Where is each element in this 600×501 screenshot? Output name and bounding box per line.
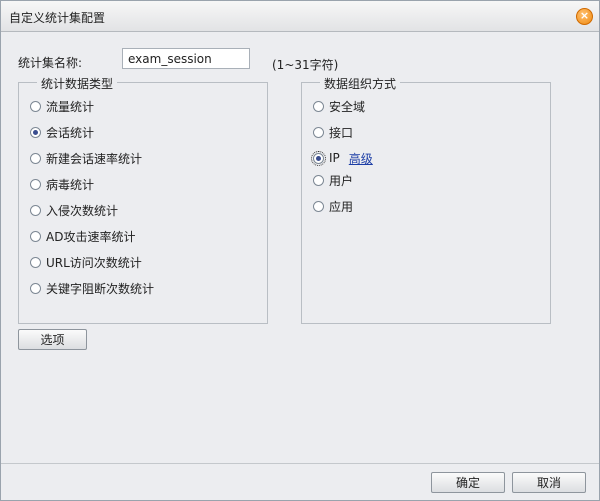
radio-label: 关键字阻断次数统计 <box>46 281 155 296</box>
radio-security-zone[interactable]: 安全域 <box>313 97 365 115</box>
radio-button[interactable] <box>30 152 41 164</box>
radio-button[interactable] <box>313 100 324 112</box>
radio-user[interactable]: 用户 <box>313 171 353 189</box>
radio-button[interactable] <box>313 200 324 212</box>
dialog-titlebar: 自定义统计集配置 × <box>1 1 599 32</box>
radio-button[interactable] <box>30 126 41 138</box>
radio-new-session-rate-stats[interactable]: 新建会话速率统计 <box>30 149 142 167</box>
radio-session-stats[interactable]: 会话统计 <box>30 123 94 141</box>
radio-label: 入侵次数统计 <box>46 203 119 218</box>
radio-keyword-block-stats[interactable]: 关键字阻断次数统计 <box>30 279 154 297</box>
radio-virus-stats[interactable]: 病毒统计 <box>30 175 94 193</box>
radio-label: 接口 <box>329 125 354 140</box>
org-method-legend: 数据组织方式 <box>320 75 401 92</box>
radio-interface[interactable]: 接口 <box>313 123 353 141</box>
cancel-button[interactable]: 取消 <box>512 472 586 493</box>
radio-label: 安全域 <box>329 99 366 114</box>
radio-ad-attack-rate-stats[interactable]: AD攻击速率统计 <box>30 227 135 245</box>
radio-button[interactable] <box>30 282 41 294</box>
name-field-hint: (1~31字符) <box>272 58 339 72</box>
close-icon[interactable]: × <box>576 8 593 25</box>
stats-type-legend: 统计数据类型 <box>37 75 118 92</box>
radio-label: 会话统计 <box>46 125 95 140</box>
radio-button[interactable] <box>311 150 326 166</box>
radio-ip[interactable]: IP 高级 <box>311 149 373 167</box>
advanced-link[interactable]: 高级 <box>349 150 373 167</box>
radio-url-access-stats[interactable]: URL访问次数统计 <box>30 253 142 271</box>
radio-button[interactable] <box>30 100 41 112</box>
dialog-title: 自定义统计集配置 <box>9 11 106 25</box>
radio-button[interactable] <box>30 256 41 268</box>
name-field-label: 统计集名称: <box>18 56 83 70</box>
radio-label: 用户 <box>329 173 354 188</box>
radio-traffic-stats[interactable]: 流量统计 <box>30 97 94 115</box>
radio-button[interactable] <box>30 204 41 216</box>
radio-label: 新建会话速率统计 <box>46 151 143 166</box>
radio-button[interactable] <box>313 174 324 186</box>
stats-set-name-input[interactable] <box>122 48 250 69</box>
radio-label: 病毒统计 <box>46 177 95 192</box>
radio-application[interactable]: 应用 <box>313 197 353 215</box>
radio-button[interactable] <box>30 178 41 190</box>
options-button[interactable]: 选项 <box>18 329 87 350</box>
radio-label: AD攻击速率统计 <box>46 229 136 244</box>
footer-divider <box>1 463 599 464</box>
radio-label: 流量统计 <box>46 99 95 114</box>
radio-intrusion-count-stats[interactable]: 入侵次数统计 <box>30 201 118 219</box>
radio-label: IP <box>329 151 340 165</box>
dialog-window: 自定义统计集配置 × 统计集名称: (1~31字符) 统计数据类型 流量统计 会… <box>0 0 600 501</box>
radio-button[interactable] <box>313 126 324 138</box>
ok-button[interactable]: 确定 <box>431 472 505 493</box>
radio-label: 应用 <box>329 199 354 214</box>
radio-button[interactable] <box>30 230 41 242</box>
radio-label: URL访问次数统计 <box>46 255 142 270</box>
